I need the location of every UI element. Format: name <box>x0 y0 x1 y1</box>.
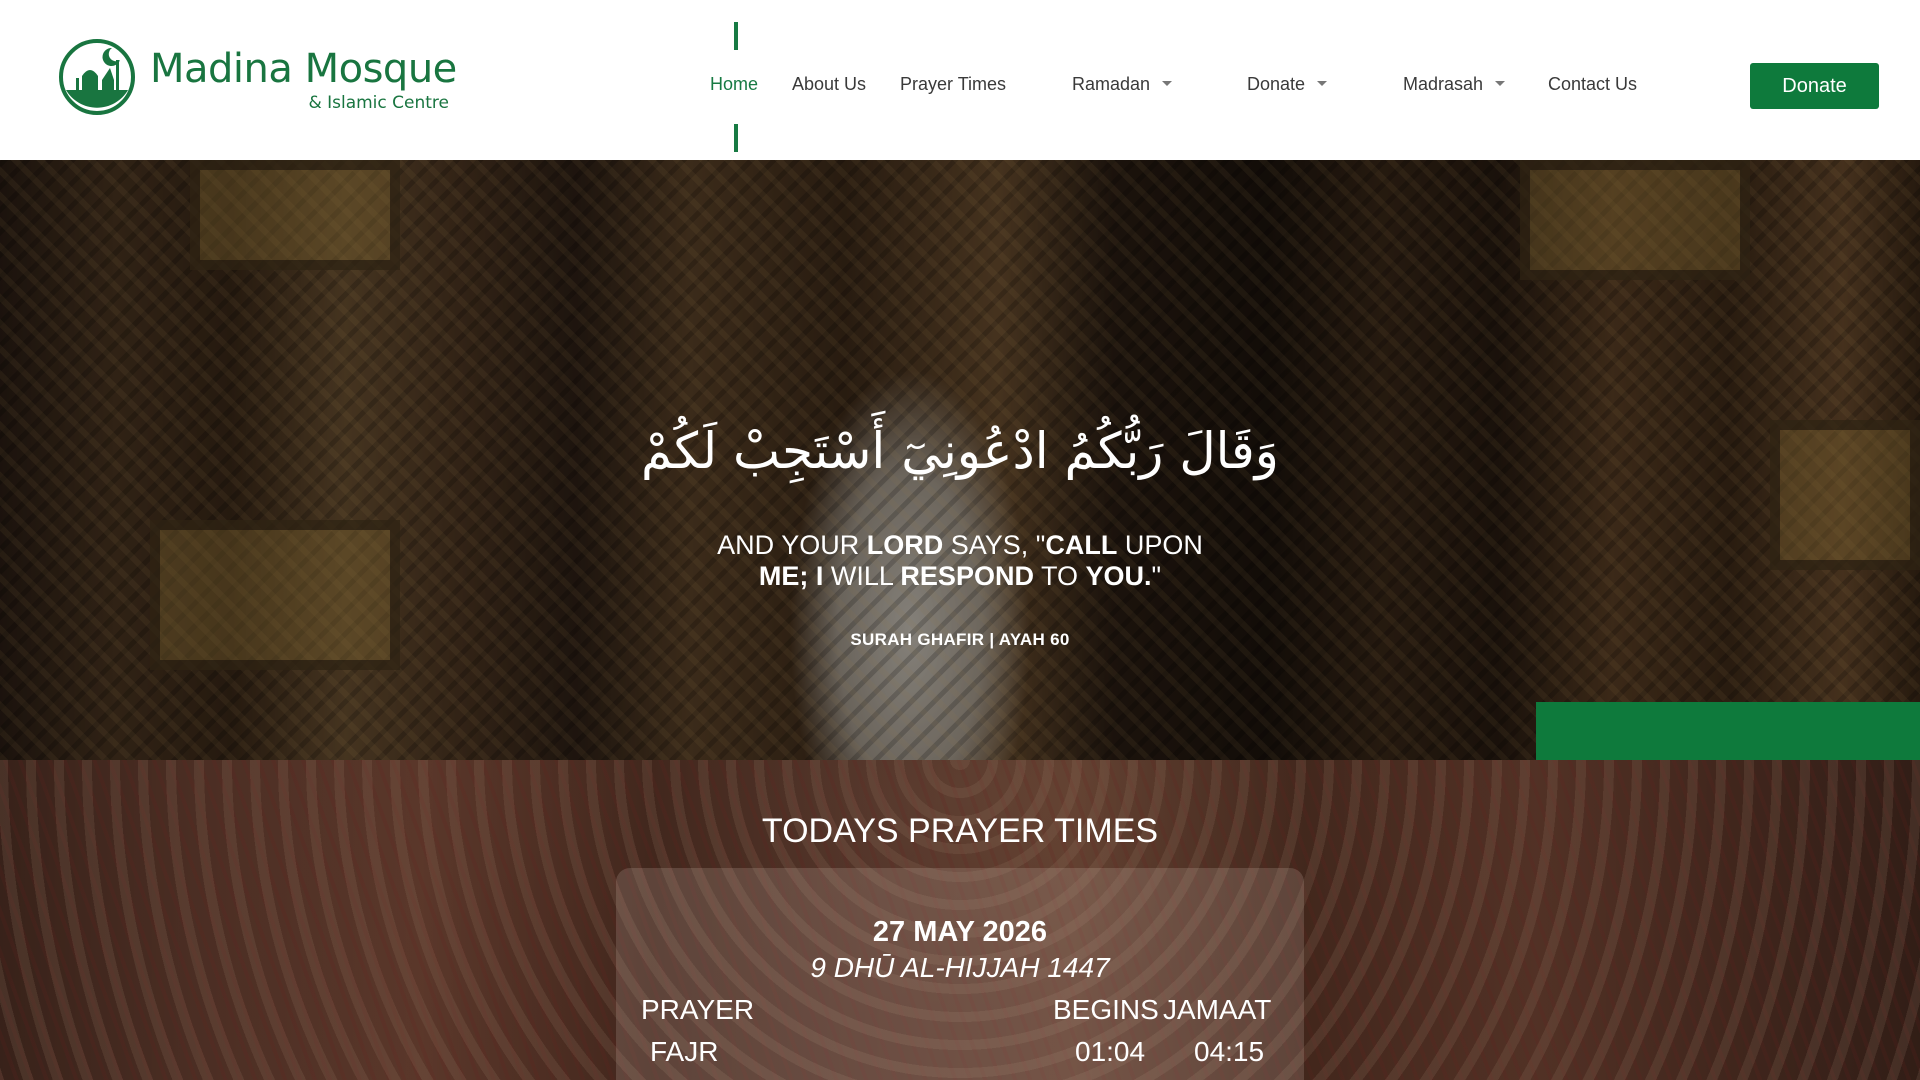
gregorian-date: 27 MAY 2026 <box>872 916 1048 948</box>
verse-segment: ME; I <box>758 561 824 591</box>
verse-segment: YOU. <box>1085 561 1152 591</box>
chevron-down-icon <box>1495 80 1506 86</box>
verse-segment: WILL <box>823 561 901 591</box>
header-prayer: PRAYER <box>641 994 755 1025</box>
nav-prayer-times[interactable]: Prayer Times <box>900 74 1006 95</box>
nav-madrasah-label: Madrasah <box>1403 74 1484 94</box>
verse-segment: UPON <box>1117 530 1203 560</box>
row-begins-time: 01:04 <box>1075 1036 1146 1067</box>
verse-segment: TO <box>1033 561 1086 591</box>
site-header: Madina Mosque & Islamic Centre Home Abou… <box>0 0 1920 160</box>
nav-contact-us[interactable]: Contact Us <box>1548 74 1637 95</box>
row-jamaat-time: 04:15 <box>1194 1036 1265 1067</box>
verse-translation: AND YOUR LORD SAYS, "CALL UPON ME; I WIL… <box>660 530 1260 592</box>
hijri-date: 9 DHŪ AL-HIJJAH 1447 <box>810 952 1110 983</box>
header-begins: BEGINS <box>1053 994 1159 1025</box>
row-prayer-name: FAJR <box>650 1036 719 1067</box>
active-indicator-bottom <box>734 124 738 152</box>
prayer-times-title: TODAYS PRAYER TIMES <box>761 812 1159 850</box>
verse-segment: AND YOUR <box>717 530 867 560</box>
hero-banner: وَقَالَ رَبُّكُمُ ادْعُونِيٓ أَسْتَجِبْ … <box>0 160 1920 760</box>
nav-donate-label: Donate <box>1247 74 1306 94</box>
verse-line-2: ME; I WILL RESPOND TO YOU." <box>660 561 1260 592</box>
header-jamaat: JAMAAT <box>1163 994 1272 1025</box>
nav-ramadan[interactable]: Ramadan <box>1072 74 1173 95</box>
verse-segment: CALL <box>1045 530 1118 560</box>
donate-button[interactable]: Donate <box>1750 63 1879 109</box>
verse-reference: SURAH GHAFIR | AYAH 60 <box>850 630 1070 649</box>
verse-segment: SAYS, " <box>943 530 1046 560</box>
chevron-down-icon <box>1162 80 1173 86</box>
verse-segment: LORD <box>866 530 944 560</box>
prayer-times-section: TODAYS PRAYER TIMES 27 MAY 2026 9 DHŪ AL… <box>0 760 1920 1080</box>
verse-segment: " <box>1151 561 1162 591</box>
active-indicator-top <box>734 22 738 50</box>
chevron-down-icon <box>1317 80 1328 86</box>
verse-arabic: وَقَالَ رَبُّكُمُ ادْعُونِيٓ أَسْتَجِبْ … <box>641 422 1279 480</box>
main-nav: Home About Us Prayer Times Ramadan Donat… <box>0 0 1920 160</box>
verse-segment: RESPOND <box>900 561 1034 591</box>
nav-madrasah[interactable]: Madrasah <box>1403 74 1506 95</box>
nav-donate[interactable]: Donate <box>1247 74 1328 95</box>
nav-about-us[interactable]: About Us <box>792 74 866 95</box>
nav-home[interactable]: Home <box>710 74 758 95</box>
nav-ramadan-label: Ramadan <box>1072 74 1151 94</box>
verse-line-1: AND YOUR LORD SAYS, "CALL UPON <box>660 530 1260 561</box>
hero-accent-block <box>1536 702 1920 760</box>
prayer-times-card: 27 MAY 2026 9 DHŪ AL-HIJJAH 1447 PRAYER … <box>616 868 1304 1080</box>
